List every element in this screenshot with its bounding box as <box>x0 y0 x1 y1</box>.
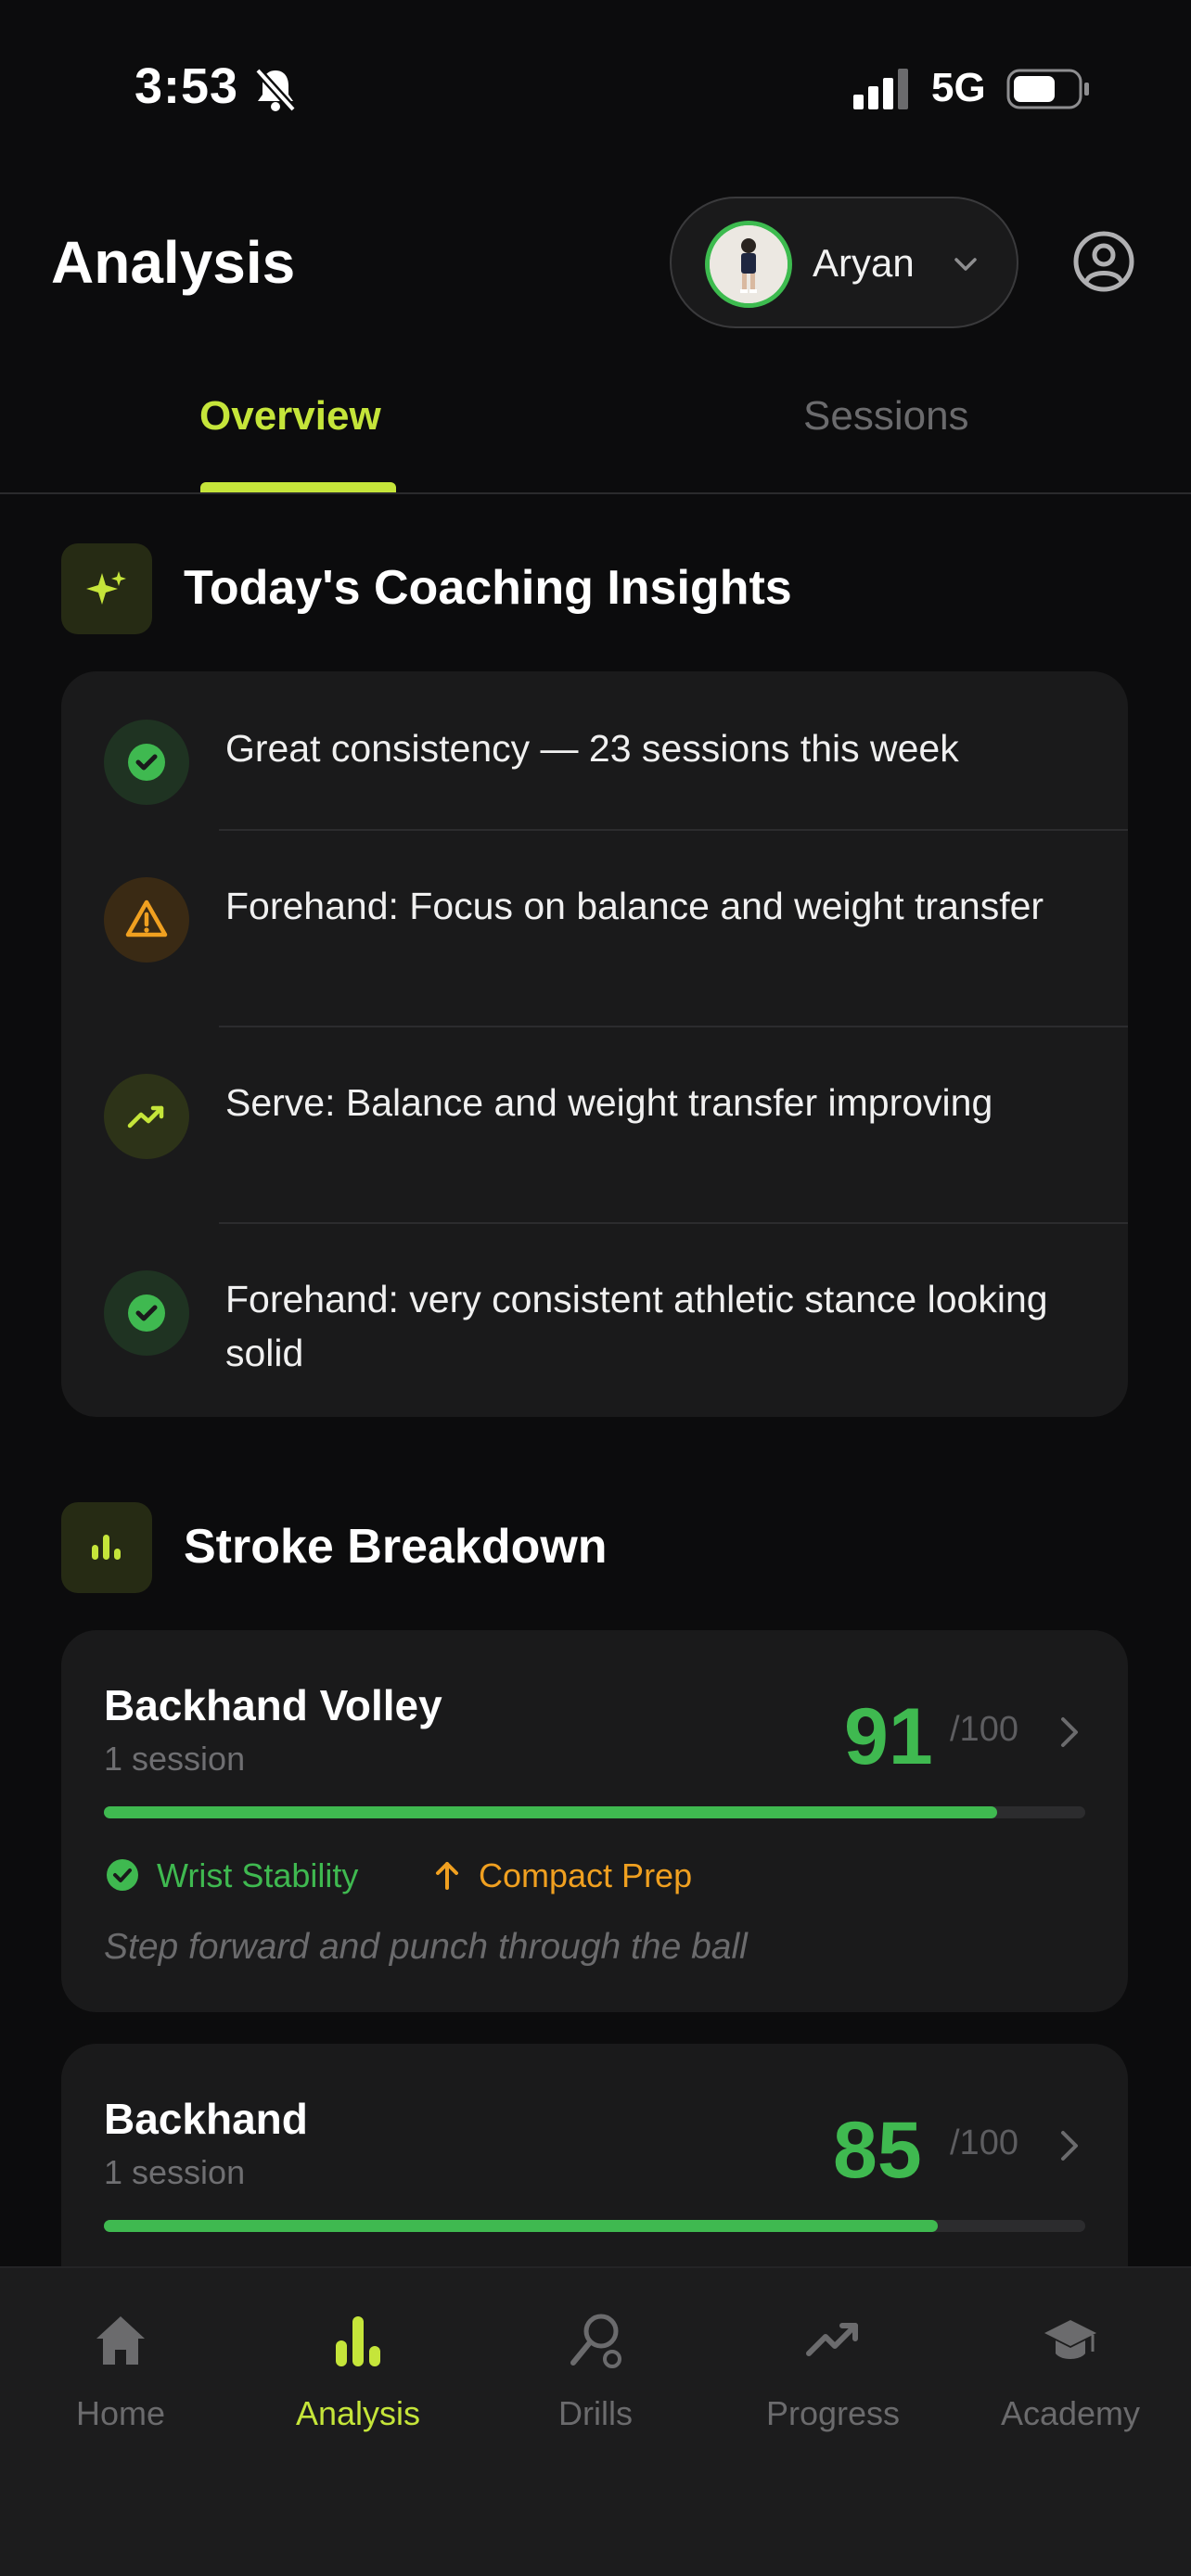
network-label: 5G <box>931 65 986 110</box>
divider <box>219 1026 1128 1027</box>
avatar <box>705 221 792 308</box>
arrow-up-icon <box>436 1862 458 1890</box>
stroke-score: 91 <box>844 1692 933 1781</box>
score-progress-bar <box>104 2220 1085 2232</box>
strength-tag: Wrist Stability <box>157 1856 359 1894</box>
insight-text: Great consistency — 23 sessions this wee… <box>225 727 959 770</box>
home-icon <box>96 2316 145 2365</box>
insights-card: Great consistency — 23 sessions this wee… <box>61 671 1128 1417</box>
nav-progress[interactable]: Progress <box>714 2268 952 2454</box>
chevron-right-icon <box>1061 2131 1078 2161</box>
divider <box>219 829 1128 831</box>
insight-text: Serve: Balance and weight transfer impro… <box>225 1081 993 1124</box>
score-progress-bar <box>104 1806 1085 1818</box>
score-progress-fill <box>104 2220 939 2232</box>
tab-overview[interactable]: Overview <box>199 393 381 440</box>
sparkle-icon <box>61 543 152 634</box>
stroke-breakdown-title: Stroke Breakdown <box>184 1520 608 1574</box>
bar-chart-icon <box>61 1502 152 1593</box>
tab-sessions[interactable]: Sessions <box>803 393 969 440</box>
page-title: Analysis <box>51 229 296 296</box>
trending-up-icon <box>104 1074 189 1159</box>
status-time: 3:53 <box>134 58 239 114</box>
nav-home[interactable]: Home <box>2 2268 239 2454</box>
nav-label: Home <box>75 2394 166 2432</box>
nav-label: Progress <box>765 2394 901 2432</box>
nav-label: Analysis <box>295 2394 421 2432</box>
user-name: Aryan <box>813 241 915 285</box>
racket-icon <box>570 2314 621 2368</box>
battery-icon <box>1006 69 1089 109</box>
bar-chart-icon <box>336 2316 380 2366</box>
trending-up-icon <box>806 2323 858 2356</box>
stroke-score-max: /100 <box>950 1710 1018 1749</box>
stroke-card-backhand-volley[interactable]: Backhand Volley 1 session 91 /100 Wrist … <box>61 1630 1128 2012</box>
score-progress-fill <box>104 1806 997 1818</box>
insight-text: Forehand: very consistent athletic stanc… <box>225 1278 1048 1374</box>
stroke-name: Backhand <box>104 2095 308 2143</box>
profile-icon[interactable] <box>1072 230 1135 293</box>
bottom-nav: Home Analysis Drills Progress Academy <box>0 2266 1191 2576</box>
insights-title: Today's Coaching Insights <box>184 561 792 615</box>
insight-text: Forehand: Focus on balance and weight tr… <box>225 885 1044 927</box>
divider <box>219 1222 1128 1224</box>
nav-label: Drills <box>558 2394 633 2432</box>
nav-analysis[interactable]: Analysis <box>239 2268 477 2454</box>
check-circle-icon <box>107 1859 138 1891</box>
tab-divider <box>0 492 1191 494</box>
nav-academy[interactable]: Academy <box>952 2268 1189 2454</box>
user-switcher[interactable]: Aryan <box>670 197 1018 328</box>
stroke-tip: Step forward and punch through the ball <box>104 1927 748 1967</box>
improve-tag: Compact Prep <box>479 1856 693 1894</box>
stroke-score: 85 <box>833 2106 922 2195</box>
signal-icon <box>853 69 908 109</box>
stroke-name: Backhand Volley <box>104 1681 442 1729</box>
check-circle-icon <box>104 1270 189 1356</box>
stroke-sessions: 1 session <box>104 2153 246 2191</box>
stroke-score-max: /100 <box>950 2123 1018 2162</box>
check-circle-icon <box>104 720 189 805</box>
nav-label: Academy <box>1000 2394 1141 2432</box>
chevron-right-icon <box>1061 1717 1078 1747</box>
stroke-sessions: 1 session <box>104 1740 246 1778</box>
warning-icon <box>104 877 189 963</box>
bell-muted-icon <box>254 67 297 113</box>
chevron-down-icon <box>954 258 977 271</box>
graduation-cap-icon <box>1044 2320 1096 2359</box>
nav-drills[interactable]: Drills <box>477 2268 714 2454</box>
